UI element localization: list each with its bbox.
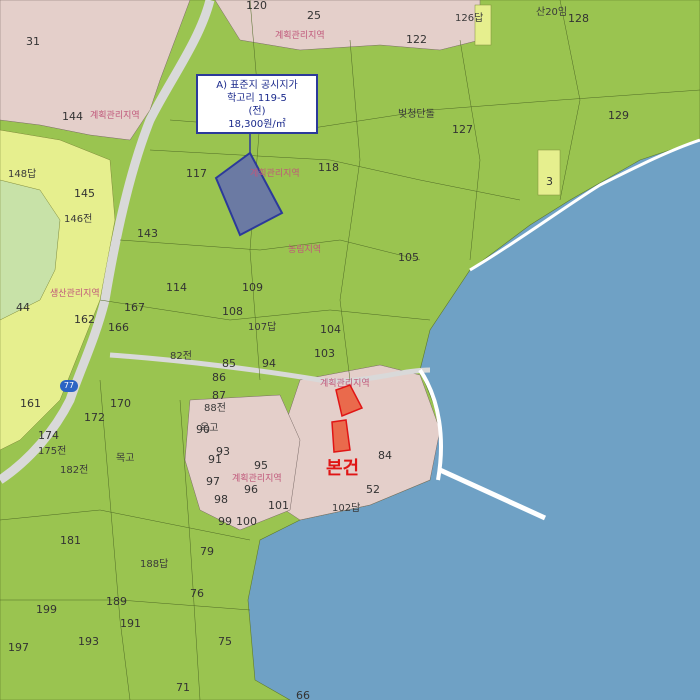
parcel-label: 25: [307, 9, 321, 22]
parcel-label: 93: [216, 445, 230, 458]
parcel-label: 목고: [116, 453, 135, 464]
zone-label: 생산관리지역: [50, 289, 100, 299]
parcel-label: 188답: [140, 559, 169, 570]
parcel-label: 172: [84, 411, 105, 424]
parcel-label: 71: [176, 681, 190, 694]
parcel-label: 31: [26, 35, 40, 48]
parcel-label: 117: [186, 167, 207, 180]
subject-parcel-2: [331, 419, 351, 453]
parcel-label: 129: [608, 109, 629, 122]
parcel-label: 170: [110, 397, 131, 410]
parcel-label: 105: [398, 251, 419, 264]
callout-line-3: (전): [248, 106, 266, 117]
parcel-label: 162: [74, 313, 95, 326]
parcel-label: 148답: [8, 169, 37, 180]
parcel-label: 84: [378, 449, 392, 462]
parcel-label: 174: [38, 429, 59, 442]
parcel-label: 166: [108, 321, 129, 334]
parcel-label: 122: [406, 33, 427, 46]
parcel-label: 99: [218, 515, 232, 528]
parcel-label: 82전: [170, 351, 192, 362]
parcel-label: 86: [212, 371, 226, 384]
zone-label: 계획관리지역: [250, 169, 300, 179]
parcel-label: 96: [244, 483, 258, 496]
parcel-label: 197: [8, 641, 29, 654]
parcel-label: 52: [366, 483, 380, 496]
parcel-label: 189: [106, 595, 127, 608]
route-badge: 77: [60, 380, 78, 392]
parcel-label: 175전: [38, 446, 67, 457]
pier: [438, 467, 547, 521]
callout-line-4: 18,300원/㎡: [228, 119, 286, 130]
parcel-label: 벚청단돌: [398, 109, 435, 120]
parcel-label: 76: [190, 587, 204, 600]
callout-line-1: A) 표준지 공시지가: [216, 80, 298, 91]
parcel-label: 3: [546, 175, 553, 188]
parcel-label: 산20임: [536, 7, 568, 18]
zone-label: 농림지역: [288, 245, 322, 255]
parcel-label: 104: [320, 323, 341, 336]
parcel-label: 98: [214, 493, 228, 506]
parcel-label: 44: [16, 301, 30, 314]
parcel-label: 107답: [248, 322, 277, 333]
parcel-label: 143: [137, 227, 158, 240]
parcel-label: 120: [246, 0, 267, 12]
parcel-label: 144: [62, 110, 83, 123]
parcel-label: 66: [296, 689, 310, 700]
parcel-label: 100: [236, 515, 257, 528]
parcel-label: 191: [120, 617, 141, 630]
parcel-label: 126답: [455, 13, 484, 24]
parcel-label: 75: [218, 635, 232, 648]
parcel-label: 127: [452, 123, 473, 136]
parcel-label: 옥고: [200, 423, 219, 434]
standard-price-callout: A) 표준지 공시지가 학고리 119-5 (전) 18,300원/㎡: [196, 74, 318, 134]
parcel-label: 167: [124, 301, 145, 314]
farmland-block-3: [537, 149, 561, 196]
parcel-label: 108: [222, 305, 243, 318]
parcel-label: 85: [222, 357, 236, 370]
parcel-label: 114: [166, 281, 187, 294]
parcel-label: 146전: [64, 214, 93, 225]
parcel-label: 181: [60, 534, 81, 547]
parcel-label: 94: [262, 357, 276, 370]
parcel-label: 88전: [204, 403, 226, 414]
cadastral-map[interactable]: A) 표준지 공시지가 학고리 119-5 (전) 18,300원/㎡ 본건 7…: [0, 0, 700, 700]
farmland-block-126: [474, 4, 492, 46]
parcel-label: 109: [242, 281, 263, 294]
zone-label: 계획관리지역: [320, 379, 370, 389]
parcel-label: 199: [36, 603, 57, 616]
parcel-label: 95: [254, 459, 268, 472]
parcel-label: 145: [74, 187, 95, 200]
parcel-label: 87: [212, 389, 226, 402]
parcel-label: 193: [78, 635, 99, 648]
parcel-label: 101: [268, 499, 289, 512]
parcel-label: 102답: [332, 503, 361, 514]
parcel-label: 118: [318, 161, 339, 174]
zone-label: 계획관리지역: [90, 111, 140, 121]
subject-property-label: 본건: [326, 458, 360, 479]
parcel-label: 128: [568, 12, 589, 25]
callout-line-2: 학고리 119-5: [227, 93, 287, 104]
parcel-label: 79: [200, 545, 214, 558]
zone-label: 계획관리지역: [275, 31, 325, 41]
parcel-label: 161: [20, 397, 41, 410]
parcel-label: 97: [206, 475, 220, 488]
map-canvas: [0, 0, 700, 700]
parcel-label: 103: [314, 347, 335, 360]
parcel-label: 182전: [60, 465, 89, 476]
